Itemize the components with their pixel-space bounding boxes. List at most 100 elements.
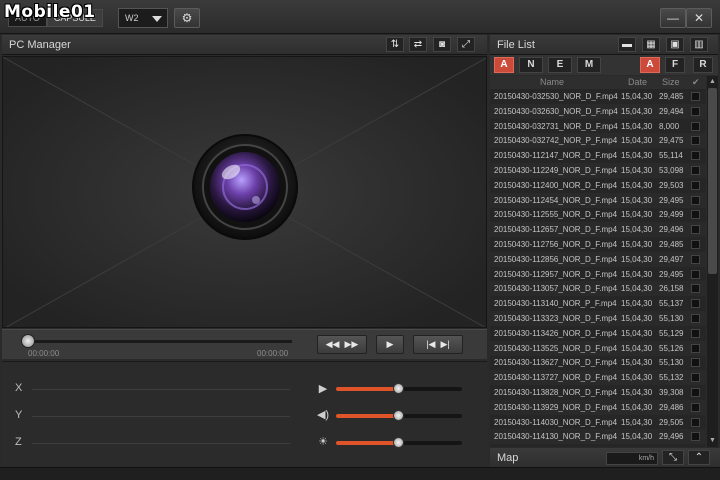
table-row[interactable]: 20150430-112957_NOR_D_F.mp4 15,04,30 29,49… [490, 267, 706, 282]
row-checkbox[interactable] [691, 328, 700, 338]
column-name[interactable]: Name [540, 77, 564, 87]
row-checkbox[interactable] [691, 210, 700, 220]
table-row[interactable]: 20150430-032630_NOR_D_F.mp4 15,04,30 29,49… [490, 103, 706, 119]
volume-slider-handle[interactable] [393, 410, 404, 421]
row-checkbox[interactable] [691, 269, 700, 279]
row-checkbox[interactable] [691, 136, 700, 146]
minimize-button[interactable]: — [660, 8, 686, 28]
table-row[interactable]: 20150430-112400_NOR_D_F.mp4 15,04,30 29,50… [490, 178, 706, 193]
row-checkbox[interactable] [691, 299, 700, 309]
table-row[interactable]: 20150430-112555_NOR_D_F.mp4 15,04,30 29,49… [490, 207, 706, 222]
fast-forward-icon[interactable]: ▶▶ [345, 339, 359, 349]
file-size: 29,494 [659, 106, 684, 116]
close-button[interactable]: ✕ [686, 8, 712, 28]
row-checkbox[interactable] [691, 92, 700, 101]
table-row[interactable]: 20150430-032530_NOR_D_F.mp4 15,04,30 29,48… [490, 89, 706, 104]
skip-previous-icon[interactable]: |◀ [426, 339, 435, 349]
file-name: 20150430-113057_NOR_D_F.mp4 [494, 284, 618, 294]
expand-map-icon[interactable]: ⤡ [662, 450, 684, 465]
table-row[interactable]: 20150430-112657_NOR_D_F.mp4 15,04,30 29,49… [490, 222, 706, 238]
table-row[interactable]: 20150430-112147_NOR_D_F.mp4 15,04,30 55,11… [490, 148, 706, 163]
checkmark-icon[interactable]: ✔ [692, 77, 700, 88]
table-row[interactable]: 20150430-113140_NOR_P_F.mp4 15,04,30 55,13… [490, 296, 706, 311]
table-row[interactable]: 20150430-113929_NOR_D_F.mp4 15,04,30 29,48… [490, 399, 706, 415]
scroll-up-icon[interactable]: ▲ [708, 77, 717, 87]
skip-next-icon[interactable]: ▶| [441, 339, 450, 349]
table-row[interactable]: 20150430-032731_NOR_D_F.mp4 15,04,30 8,000 [490, 119, 706, 134]
scroll-thumb[interactable] [708, 88, 717, 274]
video-viewport[interactable] [2, 56, 487, 328]
camera-icon[interactable]: ◙ [433, 37, 451, 52]
row-checkbox[interactable] [691, 195, 700, 205]
swap-icon[interactable]: ⇄ [409, 37, 427, 52]
camera-rear-button[interactable]: R [693, 57, 713, 73]
table-row[interactable]: 20150430-112249_NOR_D_F.mp4 15,04,30 53,09… [490, 163, 706, 178]
row-checkbox[interactable] [691, 151, 700, 161]
row-checkbox[interactable] [691, 225, 700, 235]
table-row[interactable]: 20150430-113323_NOR_D_F.mp4 15,04,30 55,13… [490, 311, 706, 326]
table-row[interactable]: 20150430-113627_NOR_D_F.mp4 15,04,30 55,13… [490, 355, 706, 370]
column-date[interactable]: Date [628, 77, 647, 87]
row-checkbox[interactable] [691, 254, 700, 264]
file-table: 20150430-032530_NOR_D_F.mp4 15,04,30 29,48… [490, 89, 706, 447]
table-row[interactable]: 20150430-113828_NOR_D_F.mp4 15,04,30 39,30… [490, 385, 706, 400]
speed-readout: km/h [606, 452, 658, 465]
calendar-icon[interactable]: ▦ [642, 37, 660, 52]
table-row[interactable]: 20150430-113057_NOR_D_F.mp4 15,04,30 26,15… [490, 281, 706, 297]
filter-event-button[interactable]: E [548, 57, 572, 73]
table-row[interactable]: 20150430-112856_NOR_D_F.mp4 15,04,30 29,49… [490, 251, 706, 267]
save-icon[interactable]: ▣ [666, 37, 684, 52]
row-checkbox[interactable] [691, 240, 700, 249]
filter-all-button[interactable]: A [494, 57, 514, 73]
filter-manual-button[interactable]: M [577, 57, 601, 73]
file-list-title: File List [497, 39, 535, 51]
brightness-slider-handle[interactable] [393, 437, 404, 448]
speed-slider[interactable] [336, 383, 462, 394]
table-row[interactable]: 20150430-114130_NOR_D_F.mp4 15,04,30 29,49… [490, 429, 706, 445]
row-checkbox[interactable] [691, 121, 700, 131]
camera-all-button[interactable]: A [640, 57, 660, 73]
seek-track[interactable] [24, 340, 292, 343]
row-checkbox[interactable] [691, 417, 700, 427]
settings-button[interactable]: ⚙ [174, 8, 200, 28]
row-checkbox[interactable] [691, 106, 700, 116]
table-row[interactable]: 20150430-032742_NOR_P_F.mp4 15,04,30 29,47… [490, 133, 706, 149]
folder-icon[interactable]: ▬ [618, 37, 636, 52]
seek-handle[interactable] [21, 334, 35, 348]
row-checkbox[interactable] [691, 180, 700, 190]
table-row[interactable]: 20150430-113426_NOR_D_F.mp4 15,04,30 55,12… [490, 326, 706, 341]
table-row[interactable]: 20150430-113727_NOR_D_F.mp4 15,04,30 55,13… [490, 370, 706, 386]
row-checkbox[interactable] [691, 358, 700, 368]
file-date: 15,04,30 [621, 269, 653, 279]
row-checkbox[interactable] [691, 432, 700, 442]
row-checkbox[interactable] [691, 388, 700, 397]
volume-slider[interactable] [336, 410, 462, 421]
profile-select[interactable]: W2 [118, 8, 168, 28]
row-checkbox[interactable] [691, 284, 700, 294]
file-name: 20150430-112454_NOR_D_F.mp4 [494, 195, 618, 205]
fullscreen-icon[interactable]: ⤢ [457, 37, 475, 52]
table-row[interactable]: 20150430-112756_NOR_D_F.mp4 15,04,30 29,48… [490, 237, 706, 252]
column-size[interactable]: Size [662, 77, 680, 87]
table-row[interactable]: 20150430-114030_NOR_D_F.mp4 15,04,30 29,50… [490, 415, 706, 430]
trash-icon[interactable]: ▥ [690, 37, 708, 52]
row-checkbox[interactable] [691, 166, 700, 175]
row-checkbox[interactable] [691, 402, 700, 412]
file-date: 15,04,30 [621, 92, 653, 101]
speed-slider-handle[interactable] [393, 383, 404, 394]
row-checkbox[interactable] [691, 373, 700, 383]
filter-normal-button[interactable]: N [519, 57, 543, 73]
chevron-up-icon[interactable]: ⌃ [688, 450, 710, 465]
scroll-down-icon[interactable]: ▼ [708, 436, 717, 446]
table-row[interactable]: 20150430-112454_NOR_D_F.mp4 15,04,30 29,49… [490, 192, 706, 208]
row-checkbox[interactable] [691, 314, 700, 323]
brightness-slider[interactable] [336, 437, 462, 448]
row-checkbox[interactable] [691, 343, 700, 353]
rewind-icon[interactable]: ◀◀ [326, 339, 340, 349]
file-list-scrollbar[interactable]: ▲ ▼ [707, 76, 718, 447]
play-button[interactable]: ▶ [376, 335, 404, 354]
table-row[interactable]: 20150430-113525_NOR_D_F.mp4 15,04,30 55,12… [490, 340, 706, 356]
file-name: 20150430-112756_NOR_D_F.mp4 [494, 240, 618, 249]
sort-icon[interactable]: ⇅ [386, 37, 404, 52]
camera-front-button[interactable]: F [665, 57, 685, 73]
